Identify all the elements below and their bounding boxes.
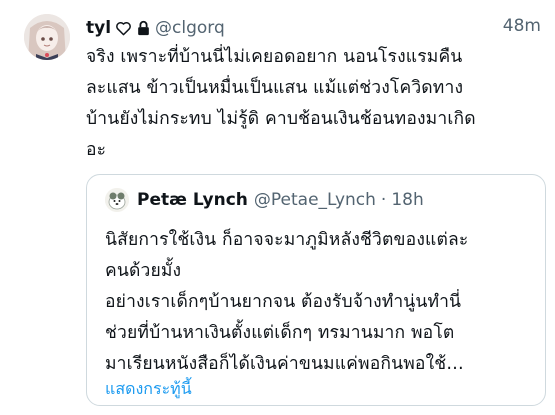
tweet[interactable]: tyl @clgorq 48m จริง เพราะที่บ้านนี่ไม่เ… [0, 0, 555, 415]
tweet-text-line: ละแสน ข้าวเป็นหมื่นเป็นแสน แม้แต่ช่วงโคว… [86, 78, 464, 98]
quoted-text-line: ช่วยที่บ้านหาเงินตั้งแต่เด็กๆ ทรมานมาก พ… [105, 323, 455, 343]
author-handle[interactable]: @clgorq [155, 18, 225, 38]
quoted-tweet-timestamp[interactable]: 18h [391, 190, 423, 210]
quoted-tweet[interactable]: Petæ Lynch @Petae_Lynch · 18h นิสัยการใช… [86, 174, 546, 406]
quoted-text-line: มาเรียนหนังสือก็ได้เงินค่าขนมแค่พอกินพอใ… [105, 354, 464, 374]
quoted-tweet-text: นิสัยการใช้เงิน ก็อาจจะมาภูมิหลังชีวิตขอ… [105, 225, 537, 380]
quoted-tweet-header: Petæ Lynch @Petae_Lynch · 18h [105, 187, 424, 213]
show-this-thread-link[interactable]: แสดงกระทู้นี้ [105, 377, 192, 402]
tweet-text-line: อะ [86, 140, 107, 160]
tweet-text-line: จริง เพราะที่บ้านนี่ไม่เคยอดอยาก นอนโรงแ… [86, 47, 463, 67]
quoted-text-line: อย่างเราเด็กๆบ้านยากจน ต้องรับจ้างทำนู่น… [105, 292, 462, 312]
quoted-author-handle[interactable]: @Petae_Lynch [254, 190, 376, 210]
dot-separator: · [380, 190, 387, 210]
tweet-text: จริง เพราะที่บ้านนี่ไม่เคยอดอยาก นอนโรงแ… [86, 42, 543, 166]
tweet-header: tyl @clgorq 48m [86, 14, 541, 42]
tweet-timestamp[interactable]: 48m [503, 16, 541, 36]
author-avatar[interactable] [24, 14, 70, 60]
quoted-author-avatar[interactable] [105, 188, 129, 212]
tweet-text-line: บ้านยังไม่กระทบ ไม่รู้ดิ คาบช้อนเงินช้อน… [86, 109, 476, 129]
author-name[interactable]: tyl [86, 18, 111, 38]
quoted-text-line: คนด้วยมั้ง [105, 261, 182, 281]
lock-icon [137, 20, 150, 36]
quoted-author-name[interactable]: Petæ Lynch [137, 190, 248, 210]
heart-outline-icon [115, 21, 132, 36]
quoted-text-line: นิสัยการใช้เงิน ก็อาจจะมาภูมิหลังชีวิตขอ… [105, 230, 469, 250]
